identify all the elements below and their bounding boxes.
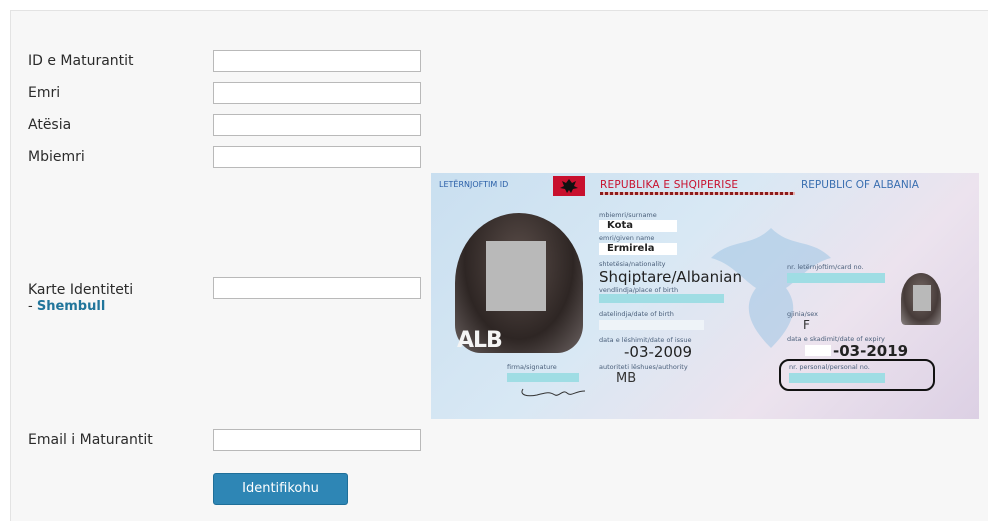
- card-header: LETËRNJOFTIM ID REPUBLIKA E SHQIPERISE R…: [431, 173, 979, 196]
- nationality-value: Shqiptare/Albanian: [599, 268, 742, 286]
- shembull-link-row: - Shembull: [28, 299, 105, 314]
- id-card-sample: LETËRNJOFTIM ID REPUBLIKA E SHQIPERISE R…: [431, 173, 979, 419]
- signature-label: firma/signature: [507, 363, 557, 371]
- mbiemri-input[interactable]: [213, 146, 421, 168]
- atesia-input[interactable]: [213, 114, 421, 136]
- albania-flag-icon: [553, 176, 585, 196]
- card-header-id: LETËRNJOFTIM ID: [439, 180, 509, 189]
- identifikohu-button[interactable]: Identifikohu: [213, 473, 348, 505]
- dob-redaction: [599, 320, 704, 330]
- sex-label: gjinia/sex: [787, 310, 818, 318]
- issue-date-value: -03-2009: [624, 343, 693, 361]
- country-code: ALB: [457, 328, 503, 353]
- header-underline: [600, 192, 795, 195]
- shembull-link[interactable]: Shembull: [37, 299, 105, 314]
- authority-label: autoriteti lëshues/authority: [599, 363, 688, 371]
- place-of-birth-label: vendlindja/place of birth: [599, 286, 679, 294]
- nationality-label: shtetësia/nationality: [599, 260, 666, 268]
- emri-input[interactable]: [213, 82, 421, 104]
- expiry-value: -03-2019: [833, 342, 909, 360]
- karte-identiteti-label: Karte Identiteti: [28, 282, 134, 298]
- atesia-label: Atësia: [28, 117, 72, 133]
- surname-value: Kota: [607, 220, 633, 231]
- mbiemri-label: Mbiemri: [28, 149, 85, 165]
- given-name-value: Ermirela: [607, 243, 655, 254]
- id-maturantit-input[interactable]: [213, 50, 421, 72]
- expiry-redaction: [805, 345, 831, 356]
- email-label: Email i Maturantit: [28, 432, 153, 448]
- surname-label: mbiemri/surname: [599, 211, 657, 219]
- card-header-en: REPUBLIC OF ALBANIA: [801, 179, 919, 191]
- email-input[interactable]: [213, 429, 421, 451]
- link-prefix: -: [28, 299, 37, 314]
- emri-label: Emri: [28, 85, 61, 101]
- karte-identiteti-input[interactable]: [213, 277, 421, 299]
- signature-icon: [521, 388, 586, 397]
- personal-no-redaction: [789, 373, 885, 383]
- ghost-photo-redaction: [913, 285, 931, 311]
- id-maturantit-label: ID e Maturantit: [28, 53, 134, 69]
- card-no-redaction: [787, 273, 885, 283]
- dob-label: datelindja/date of birth: [599, 310, 674, 318]
- card-no-label: nr. letërnjoftim/card no.: [787, 263, 864, 271]
- card-header-sq: REPUBLIKA E SHQIPERISE: [600, 179, 739, 191]
- given-name-label: emri/given name: [599, 234, 655, 242]
- authority-value: MB: [616, 371, 637, 386]
- place-redaction: [599, 294, 724, 303]
- sex-value: F: [803, 318, 810, 332]
- photo-redaction: [486, 241, 546, 311]
- personal-no-label: nr. personal/personal no.: [789, 363, 870, 371]
